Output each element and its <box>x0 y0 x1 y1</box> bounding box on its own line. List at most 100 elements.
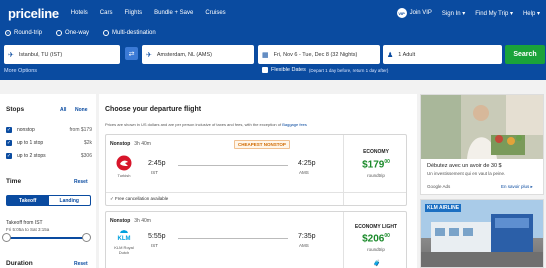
travelers-value: 1 Adult <box>398 51 416 58</box>
stops-none-link[interactable]: None <box>75 107 88 113</box>
checkbox-icon <box>262 67 268 73</box>
person-icon: ♟ <box>387 51 394 59</box>
fare-class: ECONOMY <box>363 149 389 155</box>
fare-roundtrip: roundtrip <box>367 247 385 252</box>
price-cents: 00 <box>384 233 390 239</box>
free-cancellation-note: ✓ Free cancellation available <box>110 196 169 201</box>
trip-type-roundtrip[interactable]: Round-trip <box>5 30 42 36</box>
duration-reset-link[interactable]: Reset <box>74 261 88 267</box>
flight-stops: Nonstop 3h 40m <box>110 218 151 224</box>
radio-icon <box>103 30 110 36</box>
priceline-logo[interactable]: priceline <box>8 6 59 21</box>
airline-name: KLM Royal Dutch <box>114 245 134 255</box>
slider-max-handle[interactable] <box>82 233 91 242</box>
trip-type-oneway[interactable]: One-way <box>56 30 89 36</box>
dates-field[interactable]: ▦ Fri, Nov 6 - Tue, Dec 8 (32 Nights) <box>258 45 380 64</box>
page: priceline Hotels Cars Flights Bundle + S… <box>0 0 546 268</box>
nav-links: Hotels Cars Flights Bundle + Save Cruise… <box>71 10 226 16</box>
ad-source: Google Ads <box>427 184 451 189</box>
flight-card[interactable]: Nonstop 3h 40m CHEAPEST NONSTOP Turkish 2… <box>105 134 407 206</box>
duration-label: 3h 40m <box>134 218 151 224</box>
find-my-trip-menu[interactable]: Find My Trip ▾ <box>475 10 513 17</box>
stop-filter-2stops[interactable]: ✓ up to 2 stops $306 <box>6 153 92 159</box>
origin-value: Istanbul, TU (IST) <box>18 51 63 58</box>
display-ad[interactable]: Débutez avec un avoir de 30 $ Un investi… <box>420 94 544 195</box>
fare-roundtrip: roundtrip <box>367 173 385 178</box>
fare-price[interactable]: $17900 <box>346 159 406 170</box>
sign-in-menu[interactable]: Sign In ▾ <box>442 10 465 17</box>
search-button[interactable]: Search <box>505 45 545 64</box>
stops-label: Nonstop <box>110 218 131 224</box>
swap-button[interactable]: ⇄ <box>125 47 138 60</box>
takeoff-tab[interactable]: Takeoff <box>7 196 49 205</box>
card-divider <box>343 212 344 268</box>
stop-label: up to 1 stop <box>17 140 44 146</box>
time-heading: Time <box>6 178 22 185</box>
more-options-link[interactable]: More Options <box>4 68 37 74</box>
nav-flights[interactable]: Flights <box>124 10 142 16</box>
swap-icon: ⇄ <box>128 50 135 58</box>
trip-type-multi[interactable]: Multi-destination <box>103 30 156 36</box>
price-value: 206 <box>367 233 385 245</box>
checkbox-checked-icon: ✓ <box>6 153 12 159</box>
destination-value: Amsterdam, NL (AMS) <box>156 51 212 58</box>
display-ad[interactable]: KLM AIRLINE <box>420 199 544 268</box>
ad-photo-illustration <box>421 95 543 159</box>
flexible-dates-option[interactable]: Flexible Dates (Depart 1 day before, ret… <box>262 67 388 73</box>
nav-cars[interactable]: Cars <box>100 10 113 16</box>
trip-type-options: Round-trip One-way Multi-destination <box>5 30 156 36</box>
results-title: Choose your departure flight <box>105 106 202 113</box>
stop-label: nonstop <box>17 127 35 133</box>
card-divider <box>343 135 344 205</box>
stop-filter-1stop[interactable]: ✓ up to 1 stop $2k <box>6 140 92 146</box>
help-menu[interactable]: Help ▾ <box>523 10 540 17</box>
price-note: Prices are shown in US dollars and are p… <box>105 122 307 127</box>
flexible-dates-note: (Depart 1 day before, return 1 day after… <box>308 67 389 73</box>
stop-filter-nonstop[interactable]: ✓ nonstop from $179 <box>6 127 92 133</box>
svg-text:KLM: KLM <box>118 236 131 242</box>
top-nav: priceline Hotels Cars Flights Bundle + S… <box>0 0 546 26</box>
join-vip-label: Join VIP <box>409 10 432 16</box>
nav-hotels[interactable]: Hotels <box>71 10 88 16</box>
klm-logo: KLM <box>116 228 132 244</box>
origin-field[interactable]: ✈ Istanbul, TU (IST) <box>4 45 120 64</box>
duration-label: 3h 40m <box>134 141 151 147</box>
nav-right: VIP Join VIP Sign In ▾ Find My Trip ▾ He… <box>396 8 540 18</box>
travelers-field[interactable]: ♟ 1 Adult <box>383 45 502 64</box>
ad-learn-more-link[interactable]: En savoir plus ▸ <box>501 184 533 190</box>
depart-airport: IST <box>151 243 159 248</box>
takeoff-range-label: Fri 5:05a to Sat 3:15a <box>6 227 50 232</box>
card-separator <box>106 192 406 193</box>
time-reset-link[interactable]: Reset <box>74 179 88 185</box>
airline-name: Turkish <box>117 173 131 178</box>
flexible-dates-label: Flexible Dates <box>271 67 306 73</box>
fare-class: ECONOMY LIGHT <box>354 224 398 230</box>
stop-price: $306 <box>80 153 92 159</box>
ad-brand-label: KLM AIRLINE <box>425 204 462 212</box>
slider-min-handle[interactable] <box>2 233 11 242</box>
destination-field[interactable]: ✈ Amsterdam, NL (AMS) <box>142 45 254 64</box>
flight-card[interactable]: Nonstop 3h 40m KLM KLM Royal Dutch 5:55p … <box>105 211 407 268</box>
ad-image <box>421 95 543 159</box>
nav-bundle[interactable]: Bundle + Save <box>154 10 193 16</box>
stop-label: up to 2 stops <box>17 153 46 159</box>
cheapest-nonstop-badge: CHEAPEST NONSTOP <box>234 140 290 149</box>
arrive-time: 7:35p <box>298 233 316 240</box>
results-panel: Choose your departure flight Prices are … <box>99 94 417 268</box>
nav-cruises[interactable]: Cruises <box>205 10 225 16</box>
trip-type-label: Round-trip <box>14 30 43 36</box>
trip-type-label: Multi-destination <box>112 30 156 36</box>
stop-price: $2k <box>83 140 92 146</box>
filters-sidebar: Stops All None ✓ nonstop from $179 ✓ up … <box>0 94 96 268</box>
ad-subtitle: Un investissement qui en vaut la peine. <box>427 171 506 176</box>
ads-column: Débutez avec un avoir de 30 $ Un investi… <box>420 94 546 268</box>
vip-badge-icon: VIP <box>396 8 407 18</box>
join-vip-link[interactable]: VIP Join VIP <box>396 8 432 18</box>
stops-all-link[interactable]: All <box>60 107 66 113</box>
fare-price[interactable]: $20600 <box>346 233 406 244</box>
checkbox-checked-icon: ✓ <box>6 140 12 146</box>
baggage-fees-link[interactable]: Baggage fees <box>282 122 307 127</box>
landing-tab[interactable]: Landing <box>49 196 91 205</box>
takeoff-slider-track[interactable] <box>6 237 88 239</box>
checkbox-checked-icon: ✓ <box>6 127 12 133</box>
